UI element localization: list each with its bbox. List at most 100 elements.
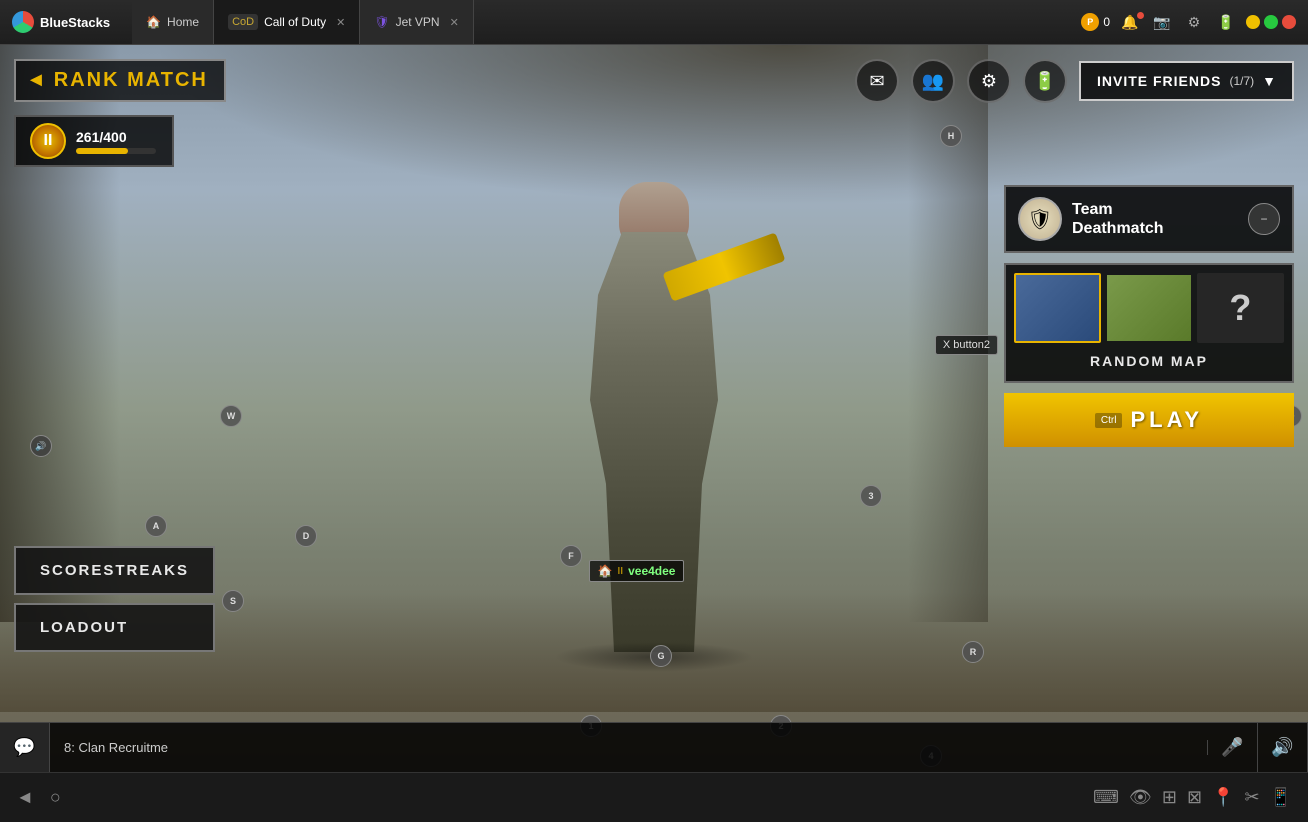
scorestreaks-button[interactable]: SCORESTREAKS	[14, 546, 215, 595]
mode-icon: 🛡	[1018, 197, 1062, 241]
play-ctrl-label: Ctrl	[1095, 413, 1123, 428]
titlebar: BlueStacks 🏠 Home CoD Call of Duty ✕ 🛡 J…	[0, 0, 1308, 45]
coin-area: P 0	[1081, 13, 1110, 31]
player-name: vee4dee	[628, 564, 675, 578]
camera-icon[interactable]: 📷	[1150, 14, 1174, 31]
mic-icon-button[interactable]: 🎤	[1208, 723, 1258, 773]
coin-value: 0	[1103, 15, 1110, 29]
coin-icon: P	[1081, 13, 1099, 31]
chat-text[interactable]: 8: Clan Recruitme	[50, 740, 1208, 755]
minimize-button[interactable]	[1246, 15, 1260, 29]
random-map-label: RANDOM MAP	[1014, 349, 1284, 373]
rank-xp-area: 261/400	[76, 129, 156, 154]
settings-icon[interactable]: ⚙	[1182, 14, 1206, 31]
window-controls	[1246, 15, 1296, 29]
bs-title: BlueStacks	[40, 15, 110, 30]
tab-bar: 🏠 Home CoD Call of Duty ✕ 🛡 Jet VPN ✕	[132, 0, 474, 44]
mode-name-line2: Deathmatch	[1072, 220, 1164, 237]
tab-cod-label: Call of Duty	[264, 15, 326, 29]
multiwindow-icon[interactable]: ⊠	[1187, 787, 1202, 808]
question-mark-icon: ?	[1229, 287, 1251, 329]
right-panel: 🛡 Team Deathmatch − ?	[1004, 185, 1294, 652]
tab-vpn-close[interactable]: ✕	[450, 16, 459, 29]
map-thumb-random[interactable]: ?	[1197, 273, 1284, 343]
grid-icon[interactable]: ⊞	[1162, 787, 1177, 808]
kbd-hint-3: 3	[860, 485, 882, 507]
kbd-hint-d: D	[295, 525, 317, 547]
scissors-icon[interactable]: ✂	[1244, 787, 1259, 808]
rank-match-title: RANK MATCH	[54, 69, 208, 92]
rank-xp-text: 261/400	[76, 129, 156, 145]
keyboard-icon[interactable]: ⌨	[1093, 787, 1119, 808]
volume-icon[interactable]: 🔊	[30, 435, 52, 457]
home-icon: 🏠	[146, 15, 161, 29]
bottombar: ◄ ○ ⌨ 👁 ⊞ ⊠ 📍 ✂ 📱	[0, 772, 1308, 822]
mode-panel[interactable]: 🛡 Team Deathmatch −	[1004, 185, 1294, 253]
player-rank-icon: II	[618, 566, 624, 577]
tab-vpn-label: Jet VPN	[396, 15, 440, 29]
close-button[interactable]	[1282, 15, 1296, 29]
invite-dropdown-icon: ▼	[1262, 73, 1276, 89]
kbd-hint-r: R	[962, 641, 984, 663]
top-hud: ◄ RANK MATCH ✉ 👥 ⚙ 🔋 INVITE FRIENDS (1/7…	[0, 45, 1308, 103]
titlebar-right: P 0 🔔 📷 ⚙ 🔋	[1081, 13, 1308, 31]
tab-home-label: Home	[167, 15, 199, 29]
eye-icon[interactable]: 👁	[1129, 787, 1152, 808]
x-button-hint: X button2	[935, 335, 998, 355]
home-nav-icon[interactable]: ○	[50, 787, 61, 808]
kbd-hint-f: F	[560, 545, 582, 567]
vpn-icon: 🛡	[374, 15, 389, 29]
cod-icon: CoD	[228, 14, 258, 30]
char-body	[574, 232, 734, 652]
mode-minus-icon: −	[1260, 212, 1267, 226]
back-nav-icon[interactable]: ◄	[16, 787, 34, 808]
tab-cod[interactable]: CoD Call of Duty ✕	[214, 0, 360, 44]
loadout-button[interactable]: LOADOUT	[14, 603, 215, 652]
mode-info: Team Deathmatch	[1072, 200, 1238, 238]
left-panel: SCORESTREAKS LOADOUT	[14, 546, 215, 652]
maximize-button[interactable]	[1264, 15, 1278, 29]
tab-cod-close[interactable]: ✕	[336, 16, 345, 29]
map-grid: ?	[1014, 273, 1284, 343]
battery-hud-icon: 🔋	[1023, 59, 1067, 103]
game-area: ◄ RANK MATCH ✉ 👥 ⚙ 🔋 INVITE FRIENDS (1/7…	[0, 45, 1308, 772]
rank-match-button[interactable]: ◄ RANK MATCH	[14, 59, 226, 102]
kbd-hint-a: A	[145, 515, 167, 537]
invite-count-label: (1/7)	[1229, 74, 1254, 88]
play-label: PLAY	[1130, 407, 1203, 433]
gear-icon-button[interactable]: ⚙	[967, 59, 1011, 103]
speaker-icon-button[interactable]: 🔊	[1258, 723, 1308, 773]
notif-dot	[1137, 12, 1144, 19]
invite-friends-label: INVITE FRIENDS	[1097, 73, 1221, 89]
tab-home[interactable]: 🏠 Home	[132, 0, 214, 44]
play-button[interactable]: Ctrl PLAY	[1004, 393, 1294, 447]
rank-badge: II	[30, 123, 66, 159]
back-arrow-icon: ◄	[26, 69, 46, 92]
bottom-left-controls: ◄ ○	[16, 787, 61, 808]
invite-friends-button[interactable]: INVITE FRIENDS (1/7) ▼	[1079, 61, 1294, 101]
mode-name: Team Deathmatch	[1072, 200, 1238, 238]
notification-icon[interactable]: 🔔	[1118, 14, 1142, 31]
player-label: 🏠 II vee4dee	[589, 560, 685, 582]
rank-badge-area: II 261/400	[14, 115, 174, 167]
chat-bar: 💬 8: Clan Recruitme 🎤 🔊	[0, 722, 1308, 772]
kbd-hint-g: G	[650, 645, 672, 667]
map-bg-1	[1016, 275, 1099, 341]
mail-icon-button[interactable]: ✉	[855, 59, 899, 103]
kbd-hint-w: W	[220, 405, 242, 427]
map-thumb-2[interactable]	[1105, 273, 1192, 343]
player-home-icon: 🏠	[598, 564, 613, 578]
mode-change-button[interactable]: −	[1248, 203, 1280, 235]
tab-vpn[interactable]: 🛡 Jet VPN ✕	[360, 0, 473, 44]
rank-level: II	[44, 132, 53, 150]
map-thumb-1[interactable]	[1014, 273, 1101, 343]
bs-circle-logo	[12, 11, 34, 33]
phone-icon[interactable]: 📱	[1270, 787, 1292, 808]
chat-right-icons: 🎤 🔊	[1208, 723, 1308, 773]
bluestacks-logo: BlueStacks	[0, 11, 122, 33]
mode-name-line1: Team	[1072, 201, 1113, 218]
chat-icon-button[interactable]: 💬	[0, 723, 50, 773]
top-right-icons: ✉ 👥 ⚙ 🔋 INVITE FRIENDS (1/7) ▼	[855, 59, 1294, 103]
location-icon[interactable]: 📍	[1212, 787, 1234, 808]
friends-icon-button[interactable]: 👥	[911, 59, 955, 103]
